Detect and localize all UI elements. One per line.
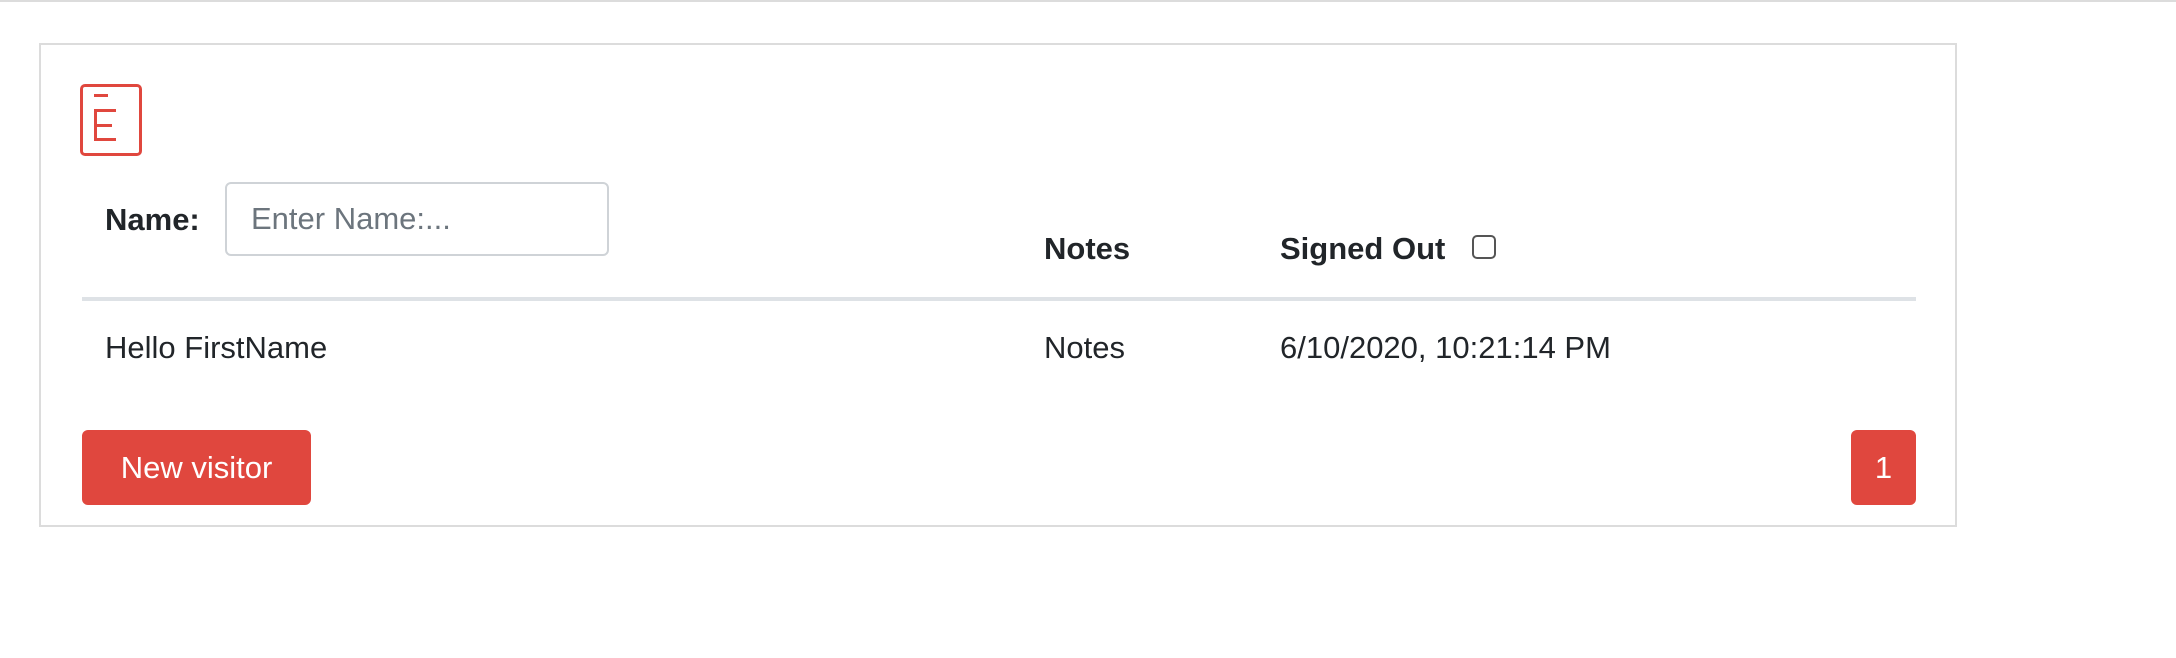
new-visitor-button[interactable]: New visitor	[82, 430, 311, 505]
name-filter-input[interactable]	[225, 182, 609, 256]
visitor-signed-out-cell: 6/10/2020, 10:21:14 PM	[1280, 330, 1611, 365]
column-header-notes: Notes	[1044, 231, 1131, 266]
visitor-card: Name: Notes Signed Out Hello FirstName N…	[39, 43, 1957, 527]
top-divider	[0, 0, 2176, 2]
column-header-signed-out: Signed Out	[1280, 231, 1446, 266]
document-e-icon	[80, 84, 142, 156]
signed-out-filter-checkbox[interactable]	[1472, 235, 1496, 259]
table-header-divider	[82, 297, 1916, 301]
visitor-notes-cell: Notes	[1044, 330, 1125, 365]
pagination-page-1[interactable]: 1	[1851, 430, 1916, 505]
name-filter-label: Name:	[105, 202, 200, 237]
visitor-name-cell: Hello FirstName	[105, 330, 328, 365]
